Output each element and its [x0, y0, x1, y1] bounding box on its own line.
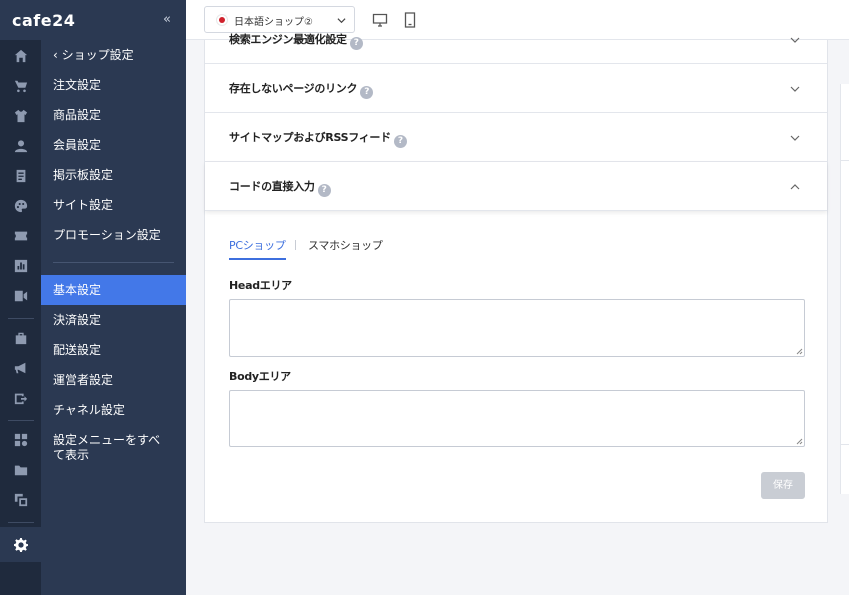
shirt-icon[interactable]: [13, 108, 28, 123]
chevron-down-icon: [790, 37, 800, 43]
menu-item-member[interactable]: 会員設定: [41, 130, 186, 160]
menu-item-payment[interactable]: 決済設定: [41, 305, 186, 335]
menu-item-basic[interactable]: 基本設定: [41, 275, 186, 305]
menu-item-channel[interactable]: チャネル設定: [41, 395, 186, 425]
accordion-title: サイトマップおよびRSSフィード?: [229, 129, 407, 148]
settings-menu: ‹ ショップ設定 注文設定 商品設定 会員設定 掲示板設定 サイト設定 プロモー…: [41, 40, 186, 469]
accordion-direct-code-input[interactable]: コードの直接入力?: [205, 162, 827, 211]
export-icon[interactable]: [13, 390, 28, 405]
help-icon[interactable]: ?: [360, 86, 374, 99]
accordion-missing-page-link[interactable]: 存在しないページのリンク?: [205, 64, 827, 113]
copy-icon[interactable]: [13, 492, 28, 507]
menu-item-operator[interactable]: 運営者設定: [41, 365, 186, 395]
right-side-panel-edge: [840, 84, 849, 494]
body-area-textarea[interactable]: [229, 390, 805, 447]
cart-icon[interactable]: [13, 78, 28, 93]
menu-item-shipping[interactable]: 配送設定: [41, 335, 186, 365]
megaphone-icon[interactable]: [13, 360, 28, 375]
brand-logo[interactable]: cafe24: [12, 11, 75, 30]
back-to-shop-settings[interactable]: ‹ ショップ設定: [41, 40, 186, 70]
menu-item-board[interactable]: 掲示板設定: [41, 160, 186, 190]
head-area-label: Headエリア: [229, 279, 292, 292]
back-label: ショップ設定: [61, 48, 134, 62]
store-icon[interactable]: [13, 330, 28, 345]
tab-pc-shop[interactable]: PCショップ: [229, 237, 286, 260]
menu-item-site[interactable]: サイト設定: [41, 190, 186, 220]
accordion-title: 存在しないページのリンク?: [229, 80, 374, 99]
chevron-down-icon: [790, 86, 800, 92]
video-icon[interactable]: [13, 288, 28, 303]
help-icon[interactable]: ?: [349, 37, 363, 50]
body-area-label: Bodyエリア: [229, 370, 291, 383]
home-icon[interactable]: [13, 48, 28, 63]
apps-icon[interactable]: [13, 432, 28, 447]
tab-mobile-shop[interactable]: スマホショップ: [308, 237, 383, 253]
icon-rail: [0, 40, 41, 595]
accordion-seo[interactable]: 検索エンジン最適化設定?: [205, 15, 827, 64]
menu-item-promotion[interactable]: プロモーション設定: [41, 220, 186, 250]
ticket-icon[interactable]: [13, 228, 28, 243]
sidebar: cafe24 « ‹ ショップ設定 注文設定 商品設定 会員設定 掲示板設定 サ…: [0, 0, 186, 595]
menu-item-show-all[interactable]: 設定メニューをすべて表示: [41, 425, 186, 469]
settings-panel: 検索エンジン最適化設定? 存在しないページのリンク? サイトマップおよびRSSフ…: [204, 33, 828, 523]
board-icon[interactable]: [13, 168, 28, 183]
settings-rail-item[interactable]: [0, 527, 41, 562]
user-icon[interactable]: [13, 138, 28, 153]
menu-item-product[interactable]: 商品設定: [41, 100, 186, 130]
chart-icon[interactable]: [13, 258, 28, 273]
help-icon[interactable]: ?: [393, 135, 407, 148]
accordion-title: 検索エンジン最適化設定?: [229, 31, 363, 50]
accordion-sitemap-rss[interactable]: サイトマップおよびRSSフィード?: [205, 113, 827, 162]
palette-icon[interactable]: [13, 198, 28, 213]
resize-grip-icon[interactable]: [795, 437, 803, 445]
collapse-sidebar-button[interactable]: «: [163, 12, 171, 27]
accordion-title: コードの直接入力?: [229, 178, 331, 197]
chevron-up-icon: [790, 184, 800, 190]
menu-item-order[interactable]: 注文設定: [41, 70, 186, 100]
gear-icon[interactable]: [13, 537, 28, 552]
folder-icon[interactable]: [13, 462, 28, 477]
chevron-down-icon: [790, 135, 800, 141]
help-icon[interactable]: ?: [317, 184, 331, 197]
resize-grip-icon[interactable]: [795, 347, 803, 355]
head-area-textarea[interactable]: [229, 299, 805, 357]
save-button[interactable]: 保存: [761, 472, 805, 499]
menu-divider: [53, 262, 174, 263]
